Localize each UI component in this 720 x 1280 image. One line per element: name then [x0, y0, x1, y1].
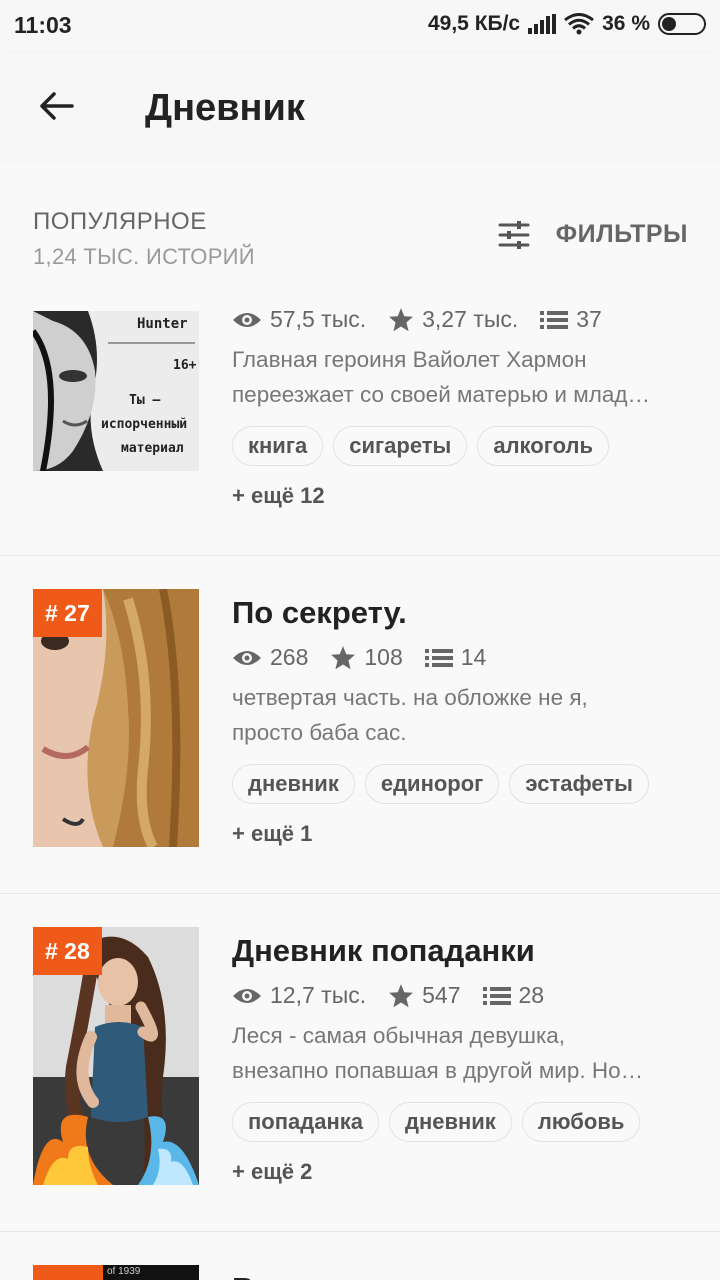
rank-badge: # 27 [33, 589, 102, 637]
more-tags-link[interactable]: + ещё 2 [232, 1159, 312, 1185]
status-bar: 11:03 49,5 КБ/с 36 % [0, 0, 720, 52]
story-item[interactable]: Hunter 16+ Ты — испорченный материал 57,… [0, 290, 720, 556]
story-cover[interactable]: of 1939 [33, 1265, 199, 1280]
status-indicators: 49,5 КБ/с 36 % [428, 12, 706, 36]
description-line: просто баба сас. [232, 720, 407, 745]
tag-chip[interactable]: эстафеты [509, 764, 649, 804]
story-count: 1,24 ТЫС. ИСТОРИЙ [33, 244, 255, 269]
parts-stat: 28 [482, 982, 545, 1009]
parts-count: 14 [460, 644, 487, 670]
views-stat: 12,7 тыс. [232, 982, 366, 1009]
tag-chip[interactable]: алкоголь [477, 426, 609, 466]
rank-badge [33, 1265, 103, 1280]
filters-button[interactable]: ФИЛЬТРЫ [498, 220, 688, 249]
rank-badge: # 28 [33, 927, 102, 975]
tag-list: книга сигареты алкоголь [232, 426, 609, 466]
parts-stat: 37 [540, 306, 602, 333]
list-icon [424, 648, 453, 667]
cover-text-author: Hunter [137, 316, 188, 332]
arrow-left-icon [40, 92, 74, 120]
votes-stat: 108 [330, 644, 403, 671]
votes-stat: 547 [388, 982, 461, 1009]
story-cover[interactable]: Hunter 16+ Ты — испорченный материал [33, 311, 199, 471]
tag-chip[interactable]: дневник [232, 764, 355, 804]
views-count: 268 [270, 644, 309, 670]
views-stat: 57,5 тыс. [232, 306, 366, 333]
tag-list: дневник единорог эстафеты [232, 764, 649, 804]
parts-count: 28 [518, 982, 545, 1008]
battery-icon [658, 13, 706, 35]
description-line: внезапно попавшая в другой мир. Но… [232, 1058, 644, 1083]
page-title: Дневник [145, 87, 305, 129]
votes-count: 108 [364, 644, 403, 670]
cover-text-age: 16+ [173, 358, 197, 373]
cover-text: of 1939 [107, 1266, 141, 1277]
eye-icon [233, 650, 261, 665]
story-stats: 12,7 тыс. 547 28 [232, 982, 566, 1009]
tag-chip[interactable]: книга [232, 426, 324, 466]
sliders-icon [498, 220, 530, 249]
parts-count: 37 [576, 306, 602, 332]
back-button[interactable] [30, 80, 82, 132]
list-icon [482, 986, 511, 1005]
tag-chip[interactable]: сигареты [333, 426, 468, 466]
story-item[interactable]: # 28 Дневник попаданки 12,7 тыс. 547 28 … [0, 894, 720, 1232]
story-cover[interactable]: # 28 [33, 927, 199, 1185]
story-item[interactable]: of 1939 В [0, 1232, 720, 1280]
story-description: четвертая часть. на обложке не я, просто… [232, 680, 687, 750]
section-title: ПОПУЛЯРНОЕ [33, 208, 207, 235]
description-line: Главная героиня Вайолет Хармон [232, 347, 587, 372]
more-tags-link[interactable]: + ещё 1 [232, 821, 312, 847]
tag-chip[interactable]: попаданка [232, 1102, 379, 1142]
story-description: Леся - самая обычная девушка, внезапно п… [232, 1018, 687, 1088]
description-line: четвертая часть. на обложке не я, [232, 685, 588, 710]
votes-stat: 3,27 тыс. [388, 306, 518, 333]
story-cover[interactable]: # 27 [33, 589, 199, 847]
tag-list: попаданка дневник любовь [232, 1102, 641, 1142]
description-line: переезжает со своей матерью и млад… [232, 382, 650, 407]
story-description: Главная героиня Вайолет Хармон переезжае… [232, 342, 687, 412]
story-title[interactable]: Дневник попаданки [232, 933, 535, 969]
list-icon [540, 310, 569, 329]
network-speed: 49,5 КБ/с [427, 12, 521, 35]
story-title[interactable]: По секрету. [232, 595, 407, 631]
cover-text-line1: Ты — [129, 393, 161, 408]
views-stat: 268 [232, 644, 308, 671]
eye-icon [233, 988, 261, 1003]
section-header: ПОПУЛЯРНОЕ 1,24 ТЫС. ИСТОРИЙ ФИЛЬТРЫ [0, 162, 720, 290]
star-icon [389, 308, 414, 332]
cover-text-line2: испорченный [101, 417, 188, 432]
story-item[interactable]: # 27 По секрету. 268 108 14 четвертая ча… [0, 556, 720, 894]
story-stats: 57,5 тыс. 3,27 тыс. 37 [232, 306, 624, 333]
app-bar: Дневник [0, 52, 720, 162]
status-time: 11:03 [14, 12, 72, 38]
signal-icon [528, 14, 557, 34]
star-icon [389, 984, 414, 1008]
votes-count: 547 [422, 982, 461, 1008]
filters-label: ФИЛЬТРЫ [555, 220, 688, 248]
views-count: 57,5 тыс. [270, 306, 367, 332]
more-tags-link[interactable]: + ещё 12 [232, 483, 325, 509]
cover-text-line3: материал [121, 441, 184, 456]
votes-count: 3,27 тыс. [422, 306, 519, 332]
tag-chip[interactable]: любовь [521, 1102, 641, 1142]
star-icon [331, 646, 356, 670]
description-line: Леся - самая обычная девушка, [232, 1023, 566, 1048]
tag-chip[interactable]: дневник [388, 1102, 512, 1142]
tag-chip[interactable]: единорог [364, 764, 500, 804]
wifi-icon [564, 13, 595, 35]
story-title[interactable]: В [232, 1271, 254, 1280]
battery-level: 36 % [602, 12, 650, 35]
eye-icon [233, 312, 261, 327]
views-count: 12,7 тыс. [270, 982, 367, 1008]
story-stats: 268 108 14 [232, 644, 508, 671]
parts-stat: 14 [424, 644, 487, 671]
